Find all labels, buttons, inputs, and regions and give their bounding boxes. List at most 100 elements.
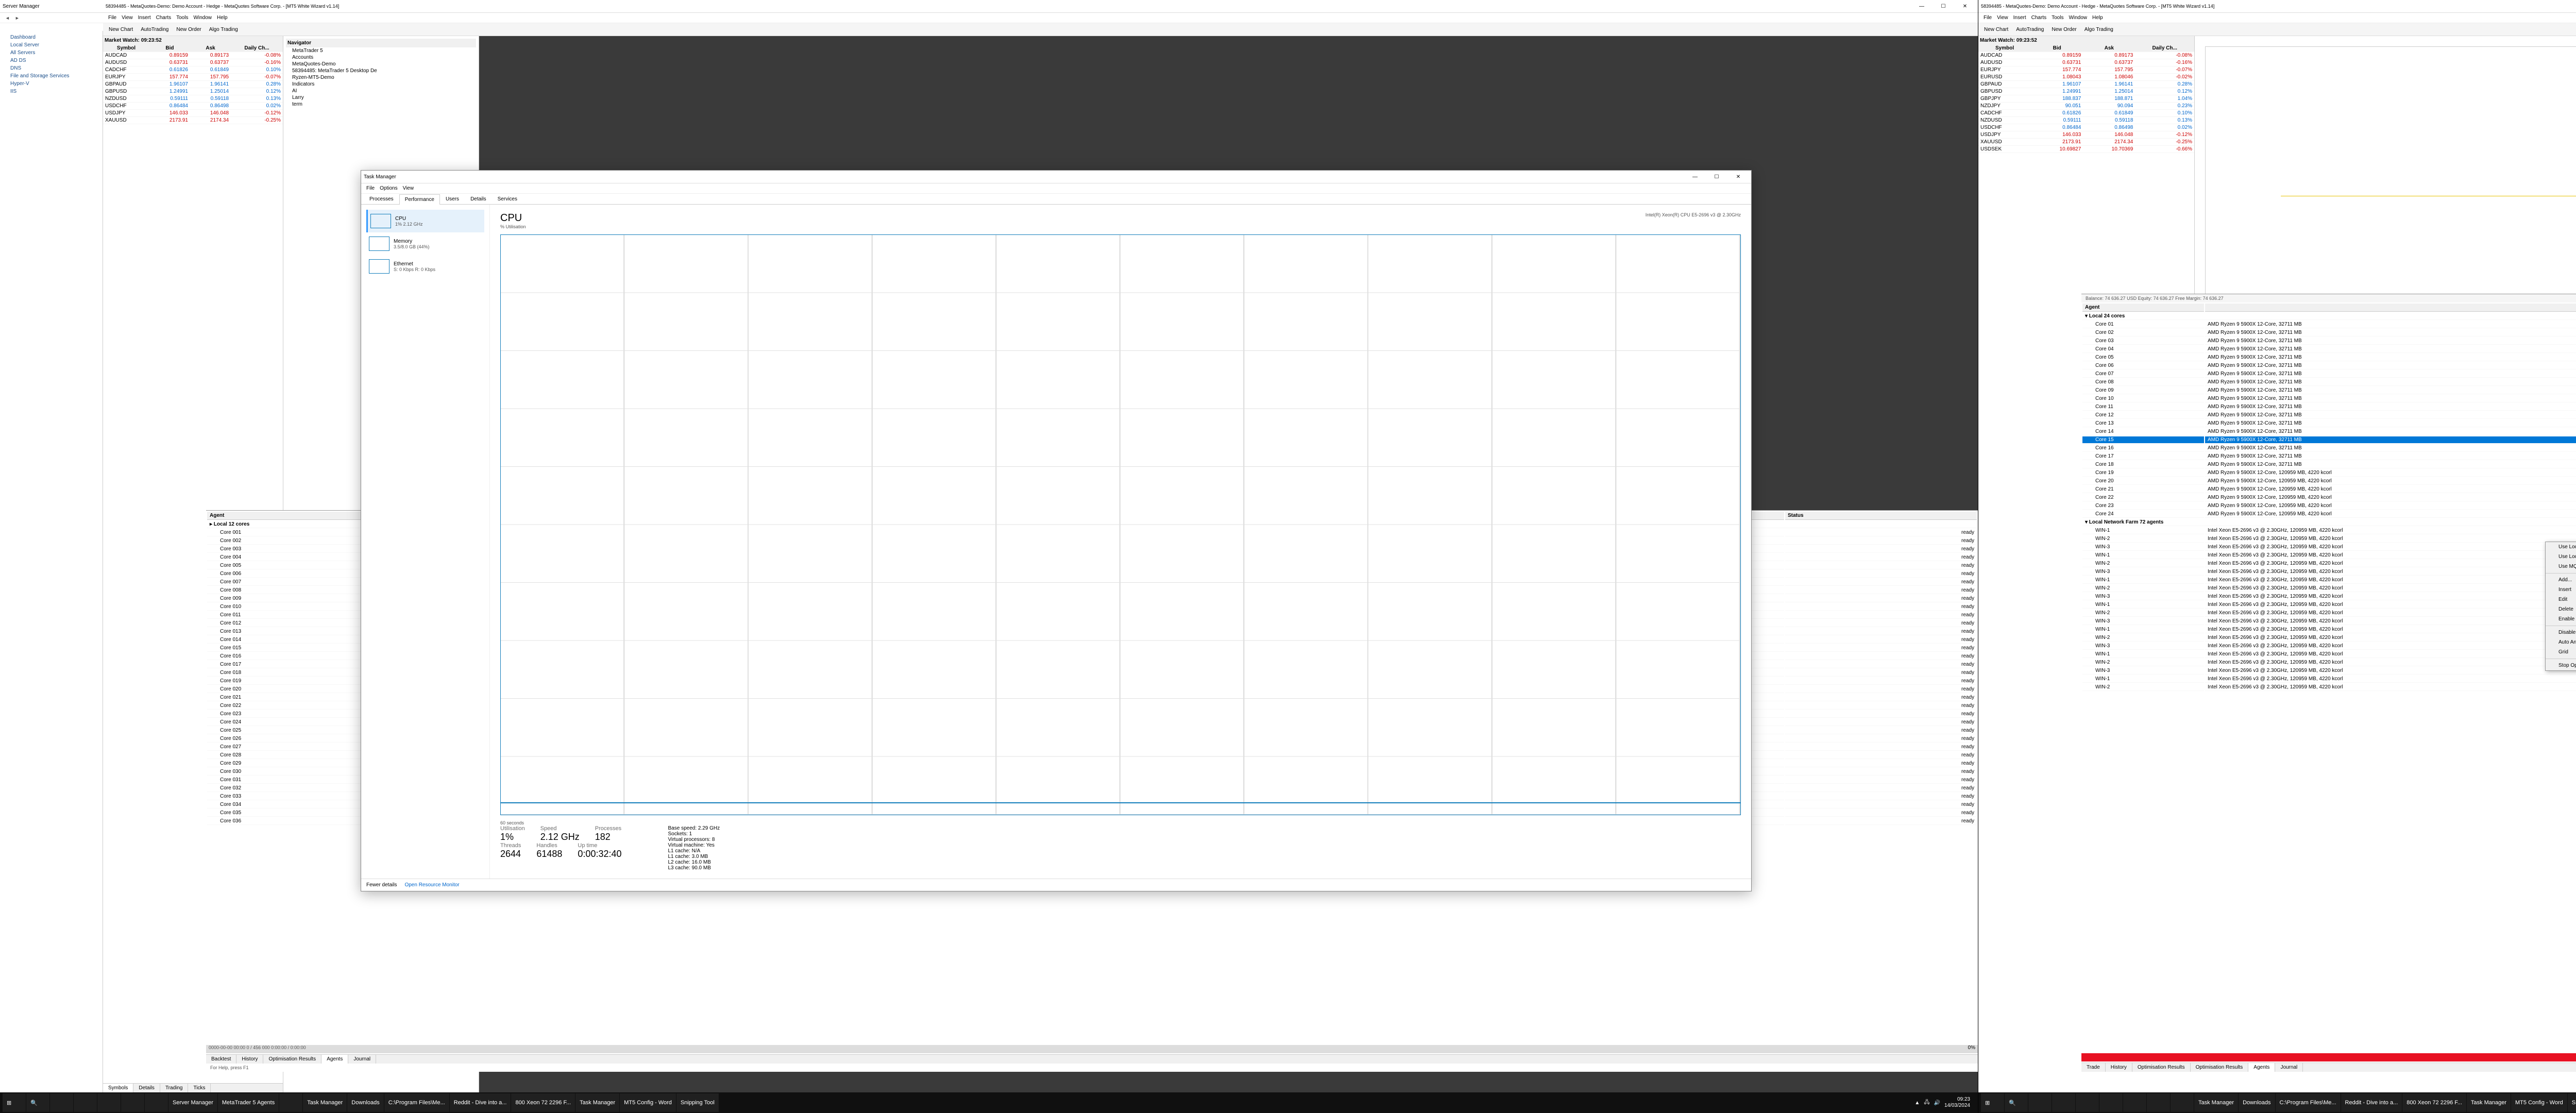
agent-row[interactable]: Core 17AMD Ryzen 9 5900X 12-Core, 32711 … — [2082, 453, 2576, 460]
agent-row[interactable]: Core 13AMD Ryzen 9 5900X 12-Core, 32711 … — [2082, 420, 2576, 427]
agent-row[interactable]: Core 09AMD Ryzen 9 5900X 12-Core, 32711 … — [2082, 387, 2576, 394]
tab[interactable]: Trading — [160, 1084, 189, 1092]
symbol-row[interactable]: NZDUSD0.591110.591180.13% — [1978, 117, 2194, 124]
taskbar-item[interactable] — [2052, 1093, 2075, 1112]
symbol-row[interactable]: XAUUSD2173.912174.34-0.25% — [103, 117, 283, 124]
symbol-row[interactable]: NZDUSD0.591110.591180.13% — [103, 95, 283, 103]
fewer-details-link[interactable]: Fewer details — [366, 882, 397, 888]
backtest-chart[interactable]: 10100 10085 0 MT5 White Wizard v1.14 — [2195, 36, 2576, 314]
agent-row[interactable]: Core 22AMD Ryzen 9 5900X 12-Core, 120959… — [2082, 494, 2576, 501]
perf-category[interactable]: Memory3.5/8.0 GB (44%) — [366, 232, 484, 255]
context-menu-item[interactable]: Edit — [2546, 595, 2576, 604]
agent-row[interactable]: Core 03AMD Ryzen 9 5900X 12-Core, 32711 … — [2082, 338, 2576, 345]
maximize-button[interactable]: ☐ — [1706, 172, 1727, 182]
taskbar-item[interactable] — [2028, 1093, 2052, 1112]
taskbar-clock[interactable]: 09:23 14/03/2024 — [1944, 1097, 1970, 1109]
sm-node[interactable]: Hyper-V — [3, 80, 100, 88]
menu-item[interactable]: Tools — [2052, 15, 2063, 21]
tray-icon[interactable]: ▲ — [1914, 1100, 1920, 1106]
symbol-row[interactable]: USDSEK10.6982710.70369-0.66% — [1978, 146, 2194, 153]
minimize-button[interactable]: — — [1685, 172, 1705, 182]
agent-row[interactable]: Core 14AMD Ryzen 9 5900X 12-Core, 32711 … — [2082, 428, 2576, 435]
tab[interactable]: Optimisation Results — [263, 1055, 321, 1064]
taskbar-item[interactable]: MetaTrader 5 Agents — [218, 1093, 279, 1112]
perf-category[interactable]: EthernetS: 0 Kbps R: 0 Kbps — [366, 255, 484, 278]
column-header[interactable]: Bid — [149, 45, 190, 52]
minimize-button[interactable]: — — [1911, 1, 1932, 11]
symbol-row[interactable]: NZDJPY90.05190.0940.23% — [1978, 103, 2194, 110]
start-button[interactable]: ⊞ — [1981, 1093, 2004, 1112]
menu-item[interactable]: View — [403, 185, 414, 191]
agent-row[interactable]: WIN-1Intel Xeon E5-2696 v3 @ 2.30GHz, 12… — [2082, 626, 2576, 633]
menu-item[interactable]: Insert — [138, 15, 151, 21]
agent-row[interactable]: Core 06AMD Ryzen 9 5900X 12-Core, 32711 … — [2082, 362, 2576, 369]
taskbar-item[interactable] — [145, 1093, 168, 1112]
column-header[interactable]: Ask — [2083, 45, 2135, 52]
search-button[interactable]: 🔍 — [2005, 1093, 2028, 1112]
toolbar-button[interactable]: New Chart — [106, 25, 136, 34]
taskbar-item[interactable]: Snipping Tool — [2568, 1093, 2576, 1112]
close-button[interactable]: ✕ — [1728, 172, 1749, 182]
sm-fwd[interactable]: ► — [15, 15, 20, 21]
agent-row[interactable]: WIN-2Intel Xeon E5-2696 v3 @ 2.30GHz, 12… — [2082, 585, 2576, 592]
nav-node[interactable]: Indicators — [286, 81, 476, 88]
taskbar-item[interactable]: MT5 Config - Word — [620, 1093, 676, 1112]
symbol-row[interactable]: USDCHF0.864840.864980.02% — [103, 103, 283, 110]
column-header[interactable]: Bid — [2031, 45, 2083, 52]
agent-row[interactable]: WIN-2Intel Xeon E5-2696 v3 @ 2.30GHz, 12… — [2082, 684, 2576, 691]
context-menu-item[interactable]: Enable — [2546, 614, 2576, 624]
symbol-row[interactable]: AUDCAD0.891590.89173-0.08% — [1978, 52, 2194, 59]
network-icon[interactable]: 🖧 — [1924, 1099, 1929, 1107]
taskbar-item[interactable]: Reddit - Dive into a... — [2341, 1093, 2402, 1112]
tab[interactable]: Performance — [399, 194, 440, 205]
symbol-row[interactable]: EURUSD1.080431.08046-0.02% — [1978, 74, 2194, 81]
taskbar-item[interactable]: 800 Xeon 72 2296 F... — [2402, 1093, 2466, 1112]
agent-row[interactable]: Core 24AMD Ryzen 9 5900X 12-Core, 120959… — [2082, 511, 2576, 518]
symbol-row[interactable]: GBPUSD1.249911.250140.12% — [1978, 88, 2194, 95]
context-menu-item[interactable]: Add... — [2546, 575, 2576, 585]
agent-row[interactable]: Core 23AMD Ryzen 9 5900X 12-Core, 120959… — [2082, 502, 2576, 510]
context-menu-item[interactable]: Use Local Network Farm — [2546, 552, 2576, 562]
menu-item[interactable]: Options — [380, 185, 397, 191]
symbol-row[interactable]: CADCHF0.618260.618490.10% — [103, 66, 283, 74]
menu-item[interactable]: View — [1997, 15, 2008, 21]
menu-item[interactable]: File — [1984, 15, 1992, 21]
agent-row[interactable]: Core 12AMD Ryzen 9 5900X 12-Core, 32711 … — [2082, 412, 2576, 419]
sm-node[interactable]: DNS — [3, 64, 100, 72]
symbol-row[interactable]: XAUUSD2173.912174.34-0.25% — [1978, 139, 2194, 146]
menu-item[interactable]: Window — [193, 15, 212, 21]
symbol-row[interactable]: AUDCAD0.891590.89173-0.08% — [103, 52, 283, 59]
column-header[interactable]: Symbol — [103, 45, 149, 52]
tm-titlebar[interactable]: Task Manager — ☐ ✕ — [361, 171, 1751, 183]
column-header[interactable]: Status — [1785, 512, 1977, 520]
sm-node[interactable]: All Servers — [3, 49, 100, 57]
menu-item[interactable]: File — [366, 185, 375, 191]
symbol-row[interactable]: AUDUSD0.637310.63737-0.16% — [103, 59, 283, 66]
agent-row[interactable]: Core 21AMD Ryzen 9 5900X 12-Core, 120959… — [2082, 486, 2576, 493]
context-menu-item[interactable]: Use MQL5 Cloud Network — [2546, 562, 2576, 571]
tab[interactable]: Services — [492, 194, 523, 204]
symbol-row[interactable]: EURJPY157.774157.795-0.07% — [1978, 66, 2194, 74]
perf-category[interactable]: CPU1% 2.12 GHz — [366, 210, 484, 232]
agent-row[interactable]: Core 15AMD Ryzen 9 5900X 12-Core, 32711 … — [2082, 436, 2576, 444]
taskbar-item[interactable]: Task Manager — [2194, 1093, 2238, 1112]
agent-row[interactable]: Core 08AMD Ryzen 9 5900X 12-Core, 32711 … — [2082, 379, 2576, 386]
tab[interactable]: History — [2106, 1063, 2132, 1072]
agent-row[interactable]: WIN-1Intel Xeon E5-2696 v3 @ 2.30GHz, 12… — [2082, 577, 2576, 584]
menu-item[interactable]: View — [122, 15, 133, 21]
agent-row[interactable]: WIN-2Intel Xeon E5-2696 v3 @ 2.30GHz, 12… — [2082, 560, 2576, 567]
taskbar-item[interactable] — [97, 1093, 121, 1112]
context-menu-item[interactable]: Stop Optimisation — [2546, 661, 2576, 670]
toolbar-button[interactable]: Algo Trading — [2081, 25, 2116, 34]
agent-row[interactable]: WIN-1Intel Xeon E5-2696 v3 @ 2.30GHz, 12… — [2082, 676, 2576, 683]
tab[interactable]: Optimisation Results — [2191, 1063, 2249, 1072]
agent-row[interactable]: Core 20AMD Ryzen 9 5900X 12-Core, 120959… — [2082, 478, 2576, 485]
taskbar-item[interactable] — [50, 1093, 73, 1112]
sm-node[interactable]: Dashboard — [3, 33, 100, 41]
taskbar-item[interactable]: Task Manager — [2467, 1093, 2511, 1112]
tab[interactable]: Journal — [2275, 1063, 2303, 1072]
taskbar-item[interactable]: Task Manager — [303, 1093, 347, 1112]
menu-item[interactable]: Help — [2092, 15, 2103, 21]
agent-row[interactable]: Core 16AMD Ryzen 9 5900X 12-Core, 32711 … — [2082, 445, 2576, 452]
sm-node[interactable]: AD DS — [3, 57, 100, 64]
